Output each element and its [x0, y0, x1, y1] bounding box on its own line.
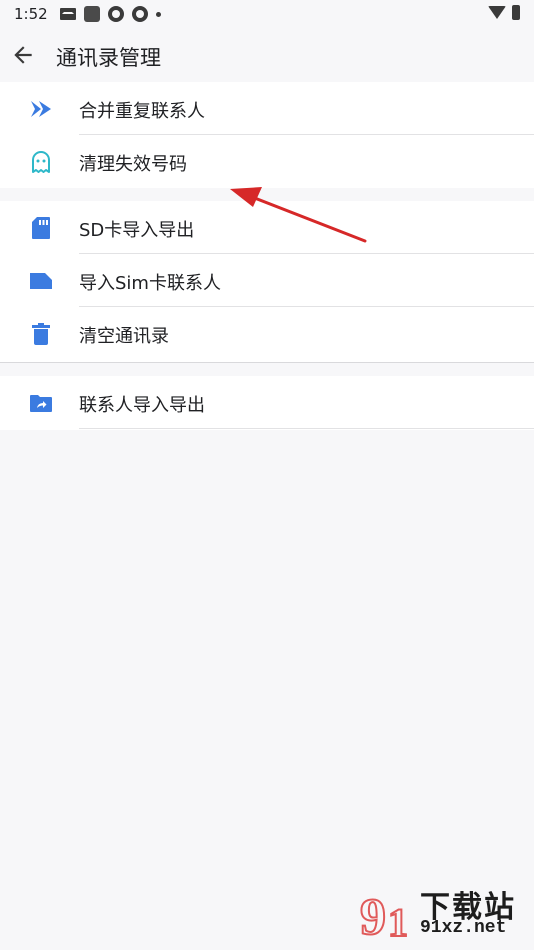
menu-item-label: 清理失效号码	[79, 154, 187, 175]
mail-icon	[60, 8, 76, 20]
menu-item-merge-duplicates[interactable]: 合并重复联系人	[0, 82, 534, 135]
menu-item-import-sim-contacts[interactable]: 导入Sim卡联系人	[0, 254, 534, 307]
ghost-icon	[28, 149, 54, 175]
menu-item-label: SD卡导入导出	[79, 220, 195, 241]
watermark-url: 91xz.net	[420, 918, 507, 938]
menu-item-label: 导入Sim卡联系人	[79, 273, 221, 294]
menu-group-import: SD卡导入导出 导入Sim卡联系人 清空通讯录	[0, 201, 534, 362]
sim-card-icon	[28, 268, 54, 294]
merge-arrows-icon	[28, 96, 54, 122]
notification-icons	[60, 6, 161, 22]
menu-item-sd-import-export[interactable]: SD卡导入导出	[0, 201, 534, 254]
wifi-icon	[488, 6, 506, 19]
app-badge-icon	[108, 6, 124, 22]
trash-icon	[28, 321, 54, 347]
menu-group-transfer: 联系人导入导出	[0, 376, 534, 430]
status-bar: 1:52	[0, 0, 534, 28]
menu-item-label: 清空通讯录	[79, 326, 169, 347]
menu-item-clear-contacts[interactable]: 清空通讯录	[0, 307, 534, 360]
more-notifications-icon	[156, 11, 161, 17]
status-time: 1:52	[14, 5, 48, 23]
section-divider	[0, 362, 534, 363]
menu-item-contacts-import-export[interactable]: 联系人导入导出	[0, 376, 534, 429]
menu-item-label: 合并重复联系人	[79, 101, 205, 122]
watermark: 9 1 下载站 91xz.net	[358, 882, 528, 946]
svg-text:9: 9	[360, 889, 386, 944]
app-badge-icon	[132, 6, 148, 22]
folder-share-icon	[28, 390, 54, 416]
divider	[79, 428, 534, 429]
system-icons	[488, 5, 520, 20]
menu-item-clean-invalid-numbers[interactable]: 清理失效号码	[0, 135, 534, 188]
watermark-logo-icon: 9 1	[359, 888, 409, 944]
menu-group-cleanup: 合并重复联系人 清理失效号码	[0, 82, 534, 188]
sd-card-icon	[28, 215, 54, 241]
page-title: 通讯录管理	[56, 46, 161, 70]
app-bar: 通讯录管理	[0, 28, 534, 82]
back-arrow-icon[interactable]	[10, 42, 36, 68]
menu-item-label: 联系人导入导出	[79, 395, 205, 416]
svg-text:1: 1	[388, 900, 408, 944]
battery-icon	[512, 5, 520, 20]
app-notification-icon	[84, 6, 100, 22]
